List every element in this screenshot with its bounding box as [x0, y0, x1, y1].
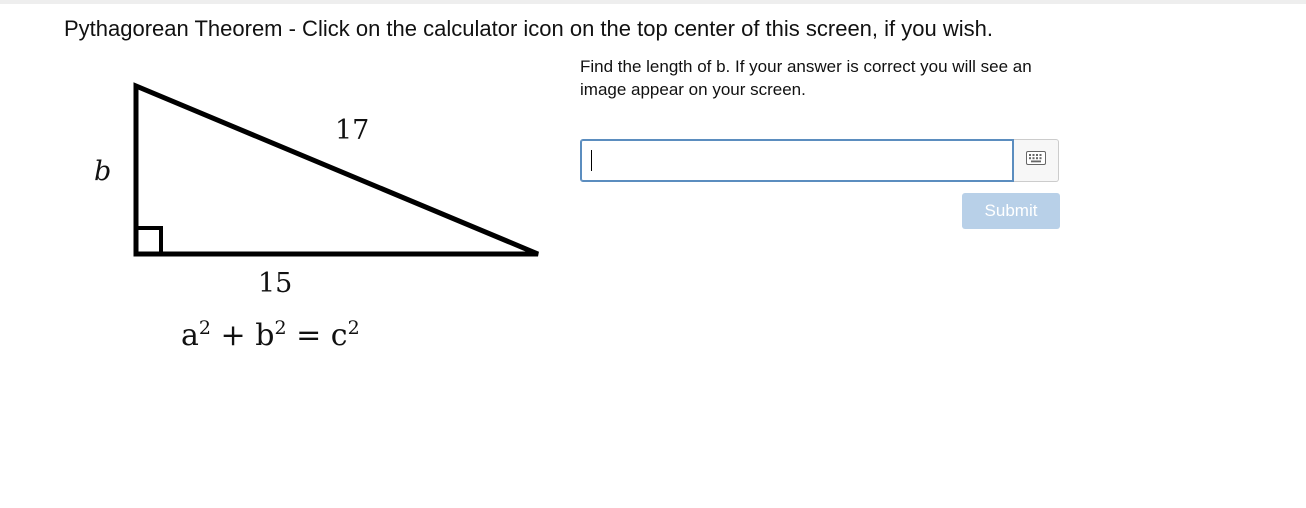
- formula-a-exponent: 2: [198, 317, 211, 339]
- hypotenuse-label: 17: [335, 115, 370, 146]
- formula-c: c: [330, 318, 348, 353]
- triangle-figure: b 17 15 a2 + b2 = c2: [80, 70, 550, 370]
- top-strip: [0, 0, 1306, 4]
- formula-plus: +: [220, 318, 246, 353]
- formula-c-exponent: 2: [347, 317, 360, 339]
- question-prompt: Find the length of b. If your answer is …: [580, 57, 1032, 99]
- keyboard-button[interactable]: [1014, 139, 1059, 182]
- formula-a: a: [181, 318, 199, 353]
- submit-button[interactable]: Submit: [962, 193, 1060, 229]
- text-caret: [591, 150, 592, 171]
- base-label: 15: [258, 268, 293, 299]
- side-b-label: b: [94, 156, 112, 187]
- pythagorean-formula: a2 + b2 = c2: [181, 317, 360, 353]
- keyboard-icon: [1026, 151, 1046, 170]
- formula-b-exponent: 2: [274, 317, 287, 339]
- page-title: Pythagorean Theorem - Click on the calcu…: [64, 16, 993, 41]
- right-triangle: [133, 82, 539, 257]
- formula-b: b: [255, 318, 275, 353]
- answer-input[interactable]: [580, 139, 1014, 182]
- right-angle-marker: [134, 226, 163, 256]
- formula-equals: =: [296, 318, 322, 353]
